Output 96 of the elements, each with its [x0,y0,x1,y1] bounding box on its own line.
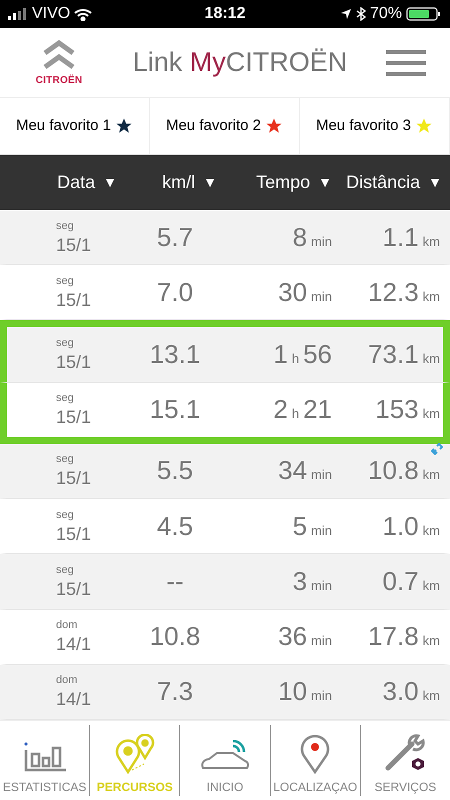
bottom-tab[interactable]: ESTATISTICAS [0,725,90,796]
consumption-value: -- [166,564,184,598]
wifi-icon [74,8,92,20]
consumption-value: 10.8 [150,620,200,654]
bluetooth-icon [356,7,366,21]
weekday: seg [56,454,75,466]
time-value: 30 [278,276,308,309]
signal-icon [8,8,28,20]
time-unit: min [311,288,332,306]
column-sort-button[interactable]: Tempo ▼ [225,169,340,196]
trip-row[interactable]: seg 15/1 5.5 34 min 10.8 km [0,444,450,500]
distance-unit: km [422,405,440,424]
consumption-value: 4.5 [156,510,194,543]
time-value: 3 [292,564,308,598]
location-arrow-icon [340,8,352,20]
distance-value: 12.3 [368,276,419,309]
time-unit: h [292,350,300,368]
battery-percentage: 70% [370,4,402,24]
distance-value: 10.8 [368,454,419,488]
time-value: 34 [278,454,308,488]
distance-value: 1.0 [382,510,419,543]
battery-icon [406,7,442,21]
menu-icon[interactable] [386,48,426,78]
bottom-tab[interactable]: INICIO [179,725,270,796]
date: 15/1 [56,408,92,426]
trip-row[interactable]: dom 14/1 7.3 10 min 3.0 km [0,664,450,720]
distance-value: 153 [375,393,419,426]
time-unit: min [311,522,332,540]
date: 15/1 [56,580,92,598]
weekday: seg [56,564,75,576]
weekday: dom [56,620,78,632]
time-value: 36 [278,620,308,654]
distance-unit: km [422,350,440,368]
date: 15/1 [56,353,92,372]
date: 15/1 [56,524,92,543]
time-unit: h [292,405,300,424]
consumption-value: 13.1 [150,338,200,372]
column-sort-button[interactable]: km/l ▼ [125,169,225,196]
trip-row[interactable]: seg 15/1 5.7 8 min 1.1 km [0,210,450,266]
time-unit: min [311,687,332,706]
time-value: 2 [273,393,288,426]
favorite-tab[interactable]: Meu favorito 1 [0,98,150,154]
logo-text: CITROËN [36,74,82,88]
date: 14/1 [56,635,92,654]
distance-unit: km [422,632,440,650]
weekday: seg [56,393,75,404]
distance-unit: km [422,466,440,484]
distance-value: 3.0 [382,675,419,708]
consumption-value: 7.0 [156,276,194,309]
trip-row[interactable]: seg 15/1 13.1 1 h 56 73.1 km [0,320,450,383]
distance-value: 1.1 [382,220,419,254]
time-unit: min [311,632,332,650]
weekday: seg [56,510,75,521]
location-pin-icon [300,734,330,774]
bar-chart-icon [22,740,68,774]
trip-row[interactable]: seg 15/1 -- 3 min 0.7 km [0,554,450,610]
distance-unit: km [422,576,440,595]
date: 15/1 [56,236,92,254]
consumption-value: 5.5 [156,454,194,488]
time-value: 1 [273,338,288,372]
distance-value: 73.1 [368,338,419,372]
clock: 18:12 [204,4,246,24]
time-value: 10 [278,675,308,708]
date: 15/1 [56,469,92,488]
time-unit: min [311,576,332,595]
trip-row[interactable]: dom 14/1 10.8 36 min 17.8 km [0,610,450,665]
column-sort-button[interactable]: Distância ▼ [340,169,450,196]
time-value: 8 [292,220,308,254]
bottom-tab[interactable]: LOCALIZAÇAO [270,725,360,796]
consumption-value: 5.7 [156,220,194,254]
time-value: 56 [303,338,332,372]
distance-unit: km [422,232,440,251]
consumption-value: 7.3 [156,675,194,708]
app-title: Link MyCITROËN [132,46,348,80]
consumption-value: 15.1 [150,393,200,426]
time-value: 21 [303,393,332,426]
date: 15/1 [56,290,92,309]
distance-value: 0.7 [382,564,419,598]
column-sort-button[interactable]: Data ▼ [0,169,125,196]
bottom-tab[interactable]: SERVIÇOS [360,725,450,796]
weekday: dom [56,675,78,686]
favorite-tab[interactable]: Meu favorito 3 [300,98,450,154]
time-value: 5 [292,510,308,543]
weekday: seg [56,276,75,287]
trip-row[interactable]: seg 15/1 15.1 2 h 21 153 km [0,382,450,444]
distance-value: 17.8 [368,620,419,654]
date: 14/1 [56,690,92,708]
distance-unit: km [422,288,440,306]
time-unit: min [311,466,332,484]
weekday: seg [56,338,75,350]
distance-unit: km [422,687,440,706]
time-unit: min [311,232,332,251]
carrier-name: VIVO [32,4,70,24]
weekday: seg [56,220,75,232]
distance-unit: km [422,522,440,540]
favorite-tab[interactable]: Meu favorito 2 [150,98,300,154]
